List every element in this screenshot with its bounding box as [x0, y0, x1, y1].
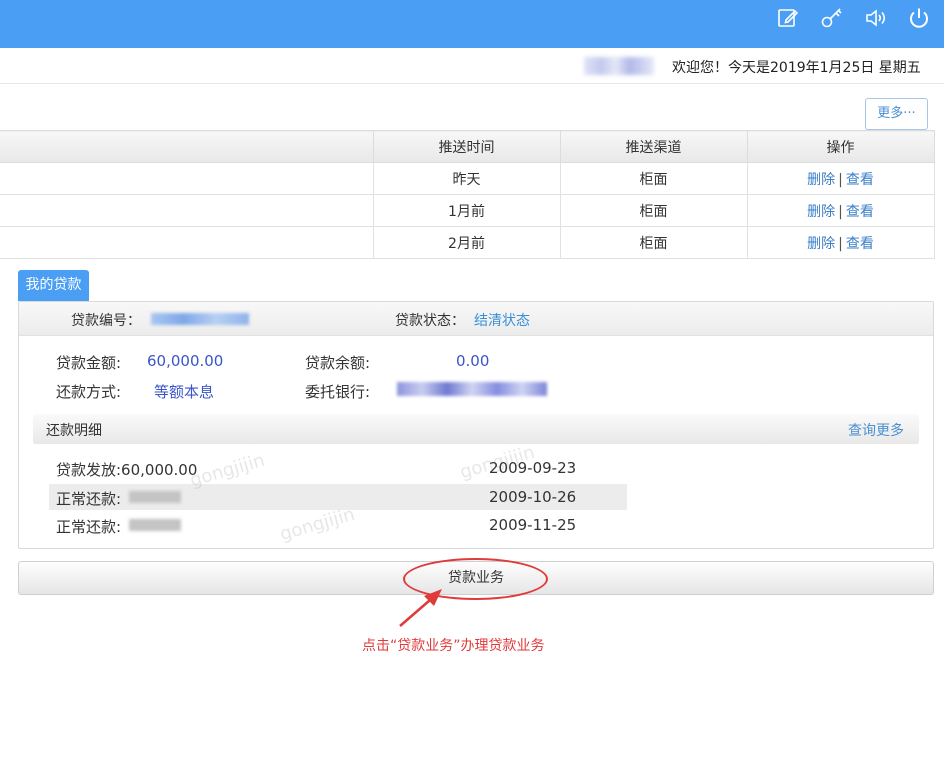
- delete-link[interactable]: 删除: [807, 236, 835, 252]
- loan-balance-label: 贷款余额:: [305, 354, 371, 372]
- actions-cell: 删除 | 查看: [746, 194, 935, 227]
- loan-status-label: 贷款状态：: [395, 313, 465, 329]
- query-more-link[interactable]: 查询更多: [848, 420, 904, 440]
- repay-desc: 正常还款:: [56, 518, 122, 536]
- welcome-text: 欢迎您！今天是2019年1月25日 星期五: [672, 60, 921, 76]
- repay-desc: 正常还款:: [56, 490, 122, 508]
- loan-panel: 贷款编号： 贷款状态： 结清状态 贷款金额: 60,000.00 贷款余额: 0…: [18, 301, 934, 549]
- loan-number-label: 贷款编号：: [71, 313, 141, 329]
- loan-amount-value: 60,000.00: [147, 352, 224, 370]
- repay-method-value: 等额本息: [154, 383, 215, 401]
- header-push-time: 推送时间: [372, 130, 561, 163]
- delete-link[interactable]: 删除: [807, 172, 835, 188]
- repay-date: 2009-10-26: [489, 488, 577, 506]
- message-table: 推送时间 推送渠道 操作 昨天 柜面 删除 | 查看 1月前 柜面 删除 | 查看 2月…: [0, 130, 935, 259]
- header-actions: 操作: [746, 130, 935, 163]
- table-row: 2月前 柜面 删除 | 查看: [0, 226, 935, 259]
- repay-detail-label: 还款明细: [46, 423, 102, 439]
- push-time-cell: 1月前: [372, 194, 561, 227]
- loan-balance-value: 0.00: [456, 352, 490, 370]
- loan-summary-header: 贷款编号： 贷款状态： 结清状态: [19, 302, 933, 336]
- repay-amount-blurred: [129, 491, 181, 503]
- tab-my-loan[interactable]: 我的贷款: [18, 270, 89, 301]
- table-header-row: 推送时间 推送渠道 操作: [0, 130, 935, 163]
- view-link[interactable]: 查看: [846, 204, 874, 220]
- watermark-text: gongjijin: [277, 503, 358, 546]
- table-row: 昨天 柜面 删除 | 查看: [0, 162, 935, 195]
- table-row: 1月前 柜面 删除 | 查看: [0, 194, 935, 227]
- push-channel-cell: 柜面: [559, 226, 748, 259]
- actions-cell: 删除 | 查看: [746, 226, 935, 259]
- header-title: [0, 130, 374, 163]
- annotation-text: 点击“贷款业务”办理贷款业务: [362, 638, 545, 654]
- view-link[interactable]: 查看: [846, 172, 874, 188]
- link-separator: |: [838, 171, 843, 188]
- loan-number-blurred: [151, 313, 249, 325]
- repay-detail-header: 还款明细 查询更多: [33, 414, 919, 444]
- actions-cell: 删除 | 查看: [746, 162, 935, 195]
- edit-icon[interactable]: [776, 6, 800, 30]
- push-channel-cell: 柜面: [559, 162, 748, 195]
- top-bar: [0, 0, 944, 48]
- repay-amount-blurred: [129, 519, 181, 531]
- link-separator: |: [838, 203, 843, 220]
- trust-bank-label: 委托银行:: [305, 383, 371, 401]
- repay-date: 2009-09-23: [489, 459, 577, 477]
- push-channel-cell: 柜面: [559, 194, 748, 227]
- push-time-cell: 2月前: [372, 226, 561, 259]
- user-name-blurred: [584, 57, 654, 75]
- link-separator: |: [838, 235, 843, 252]
- more-button[interactable]: 更多···: [865, 98, 928, 130]
- repay-method-label: 还款方式:: [56, 383, 122, 401]
- message-title-cell[interactable]: [0, 194, 374, 227]
- message-title-cell[interactable]: [0, 162, 374, 195]
- loan-business-button[interactable]: 贷款业务: [18, 561, 934, 595]
- message-title-cell[interactable]: [0, 226, 374, 259]
- power-icon[interactable]: [907, 6, 931, 30]
- view-link[interactable]: 查看: [846, 236, 874, 252]
- key-icon[interactable]: [820, 6, 844, 30]
- loan-status-value: 结清状态: [474, 313, 530, 329]
- push-time-cell: 昨天: [372, 162, 561, 195]
- delete-link[interactable]: 删除: [807, 204, 835, 220]
- volume-icon[interactable]: [864, 6, 888, 30]
- loan-amount-label: 贷款金额:: [56, 354, 122, 372]
- welcome-bar: 欢迎您！今天是2019年1月25日 星期五: [0, 48, 944, 84]
- repay-desc: 贷款发放:60,000.00: [56, 461, 198, 479]
- annotation-arrow-icon: [399, 589, 442, 627]
- trust-bank-blurred: [397, 382, 547, 396]
- header-push-channel: 推送渠道: [559, 130, 748, 163]
- repay-date: 2009-11-25: [489, 516, 577, 534]
